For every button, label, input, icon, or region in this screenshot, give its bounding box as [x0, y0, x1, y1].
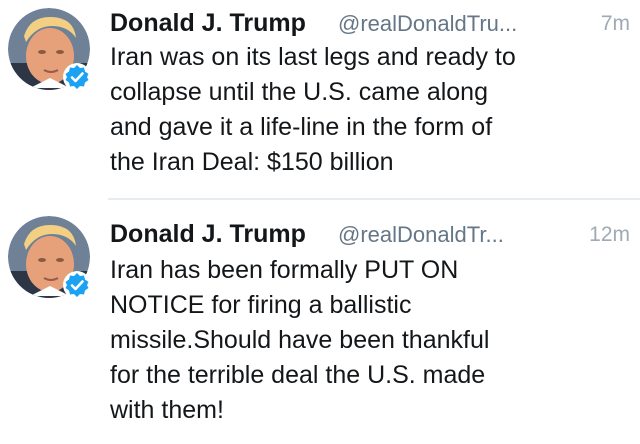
- verified-badge-icon: [63, 63, 91, 91]
- author-handle[interactable]: @realDonaldTru...: [338, 10, 517, 38]
- tweet-timestamp[interactable]: 7m: [601, 10, 630, 38]
- avatar[interactable]: [8, 8, 91, 91]
- verified-badge-icon: [63, 271, 91, 299]
- tweet-header: Donald J. Trump @realDonaldTru... 7m: [110, 8, 632, 42]
- tweet-header: Donald J. Trump @realDonaldTr... 12m: [110, 219, 632, 253]
- tweet-feed: Donald J. Trump @realDonaldTru... 7m Ira…: [0, 0, 640, 444]
- tweet[interactable]: Donald J. Trump @realDonaldTr... 12m Ira…: [0, 200, 640, 444]
- tweet-text: Iran was on its last legs and ready to c…: [110, 43, 516, 176]
- avatar[interactable]: [8, 216, 91, 299]
- author-handle[interactable]: @realDonaldTr...: [338, 221, 504, 249]
- tweet-timestamp[interactable]: 12m: [589, 221, 630, 249]
- author-name[interactable]: Donald J. Trump: [110, 219, 306, 249]
- author-name[interactable]: Donald J. Trump: [110, 8, 306, 38]
- tweet[interactable]: Donald J. Trump @realDonaldTru... 7m Ira…: [0, 0, 640, 198]
- tweet-text: Iran has been formally PUT ON NOTICE for…: [110, 256, 490, 424]
